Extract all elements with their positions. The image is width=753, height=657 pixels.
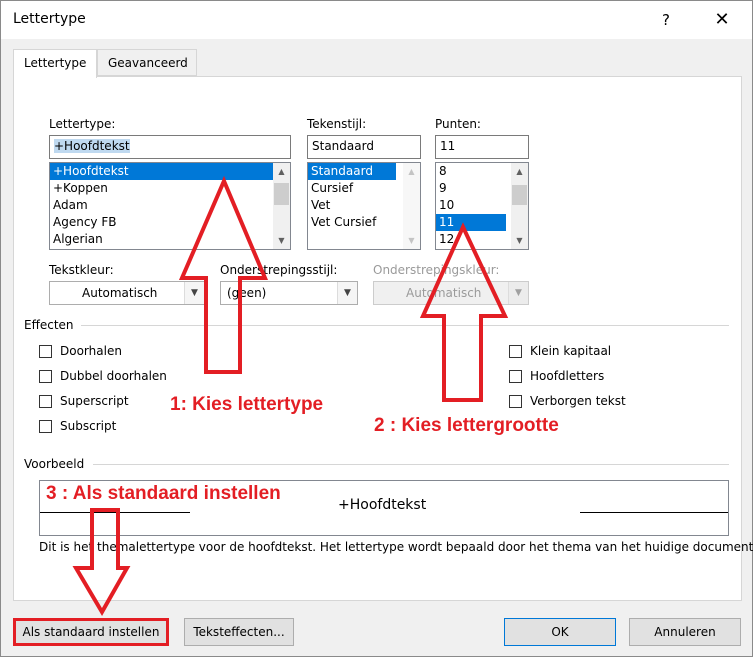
style-scrollbar[interactable]: ▲ ▼ xyxy=(403,163,420,249)
list-item[interactable]: +Koppen xyxy=(50,180,290,197)
preview-description: Dit is het themalettertype voor de hoofd… xyxy=(39,540,753,554)
scroll-thumb[interactable] xyxy=(274,183,289,205)
font-dialog: Lettertype ? ✕ Lettertype Geavanceerd Le… xyxy=(0,0,753,657)
checkbox-label: Superscript xyxy=(60,394,129,408)
checkbox-label: Verborgen tekst xyxy=(530,394,626,408)
list-item[interactable]: Adam xyxy=(50,197,290,214)
size-label: Punten: xyxy=(435,117,481,131)
list-item[interactable]: +Hoofdtekst xyxy=(50,163,290,180)
help-button[interactable]: ? xyxy=(651,5,681,35)
scroll-down-icon[interactable]: ▼ xyxy=(403,232,420,249)
annotation-step1: 1: Kies lettertype xyxy=(170,394,324,415)
underline-style-dropdown[interactable]: (geen) ▼ xyxy=(220,281,358,305)
title-bar: Lettertype ? ✕ xyxy=(1,1,752,39)
chevron-down-icon: ▼ xyxy=(508,282,528,304)
close-button[interactable]: ✕ xyxy=(701,5,743,35)
set-default-button[interactable]: Als standaard instellen xyxy=(13,618,169,646)
list-item[interactable]: Algerian xyxy=(50,231,290,248)
checkbox-superscript[interactable]: Superscript xyxy=(39,394,129,408)
effects-label: Effecten xyxy=(24,318,74,332)
font-scrollbar[interactable]: ▲ ▼ xyxy=(273,163,290,249)
scroll-up-icon[interactable]: ▲ xyxy=(511,163,528,180)
checkbox-dubbel-doorhalen[interactable]: Dubbel doorhalen xyxy=(39,369,167,383)
checkbox-box[interactable] xyxy=(39,369,52,383)
underline-color-value: Automatisch xyxy=(406,286,482,300)
preview-divider xyxy=(93,464,729,465)
checkbox-label: Subscript xyxy=(60,419,117,433)
checkbox-box[interactable] xyxy=(39,344,52,358)
checkbox-label: Dubbel doorhalen xyxy=(60,369,167,383)
dialog-title: Lettertype xyxy=(13,11,86,27)
color-value: Automatisch xyxy=(82,286,158,300)
checkbox-verborgen-tekst[interactable]: Verborgen tekst xyxy=(509,394,626,408)
chevron-down-icon[interactable]: ▼ xyxy=(184,282,204,304)
cancel-button[interactable]: Annuleren xyxy=(629,618,741,646)
style-input[interactable]: Standaard xyxy=(307,135,421,159)
underline-style-label: Onderstrepingsstijl: xyxy=(220,263,338,277)
checkbox-doorhalen[interactable]: Doorhalen xyxy=(39,344,122,358)
checkbox-label: Hoofdletters xyxy=(530,369,605,383)
checkbox-hoofdletters[interactable]: Hoofdletters xyxy=(509,369,604,383)
scroll-up-icon[interactable]: ▲ xyxy=(403,163,420,180)
size-scrollbar[interactable]: ▲ ▼ xyxy=(511,163,528,249)
ok-button[interactable]: OK xyxy=(504,618,616,646)
tab-lettertype[interactable]: Lettertype xyxy=(13,49,97,78)
annotation-step3: 3 : Als standaard instellen xyxy=(46,483,281,505)
color-dropdown[interactable]: Automatisch ▼ xyxy=(49,281,205,305)
text-effects-button[interactable]: Teksteffecten... xyxy=(184,618,294,646)
font-list[interactable]: +Hoofdtekst +Koppen Adam Agency FB Alger… xyxy=(49,162,291,250)
style-list[interactable]: Standaard Cursief Vet Vet Cursief ▲ ▼ xyxy=(307,162,421,250)
preview-label: Voorbeeld xyxy=(24,457,85,471)
preview-baseline-right xyxy=(580,512,728,513)
list-item[interactable]: 11 xyxy=(436,214,506,231)
checkbox-subscript[interactable]: Subscript xyxy=(39,419,116,433)
style-label: Tekenstijl: xyxy=(307,117,367,131)
checkbox-box[interactable] xyxy=(39,394,52,408)
font-label: Lettertype: xyxy=(49,117,116,131)
checkbox-box[interactable] xyxy=(509,344,522,358)
scroll-thumb[interactable] xyxy=(512,185,527,205)
size-list[interactable]: 8 9 10 11 12 ▲ ▼ xyxy=(435,162,529,250)
underline-style-value: (geen) xyxy=(227,286,267,300)
list-item[interactable]: Agency FB xyxy=(50,214,290,231)
font-input[interactable]: +Hoofdtekst xyxy=(49,135,291,159)
checkbox-klein-kapitaal[interactable]: Klein kapitaal xyxy=(509,344,611,358)
chevron-down-icon[interactable]: ▼ xyxy=(337,282,357,304)
underline-color-label: Onderstrepingskleur: xyxy=(373,263,500,277)
annotation-step2: 2 : Kies lettergrootte xyxy=(374,415,559,436)
scroll-up-icon[interactable]: ▲ xyxy=(273,163,290,180)
font-input-value: +Hoofdtekst xyxy=(54,139,130,153)
tab-geavanceerd[interactable]: Geavanceerd xyxy=(97,49,197,76)
checkbox-box[interactable] xyxy=(509,369,522,383)
preview-sample: +Hoofdtekst xyxy=(338,497,427,513)
preview-baseline-left xyxy=(40,512,190,513)
color-label: Tekstkleur: xyxy=(49,263,114,277)
scroll-down-icon[interactable]: ▼ xyxy=(511,232,528,249)
checkbox-box[interactable] xyxy=(509,394,522,408)
size-input[interactable]: 11 xyxy=(435,135,529,159)
scroll-down-icon[interactable]: ▼ xyxy=(273,232,290,249)
checkbox-label: Doorhalen xyxy=(60,344,122,358)
checkbox-label: Klein kapitaal xyxy=(530,344,612,358)
underline-color-dropdown: Automatisch ▼ xyxy=(373,281,529,305)
effects-divider xyxy=(81,325,729,326)
list-item[interactable]: Standaard xyxy=(308,163,396,180)
checkbox-box[interactable] xyxy=(39,419,52,433)
